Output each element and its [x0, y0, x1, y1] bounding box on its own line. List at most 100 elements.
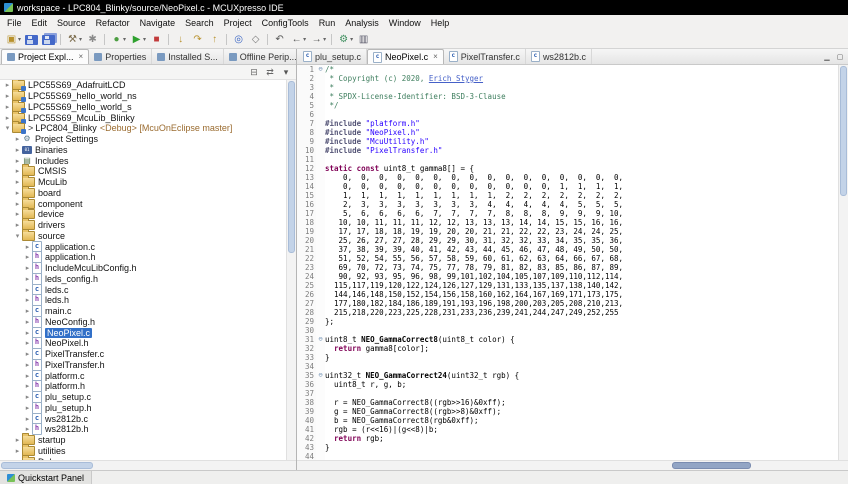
tree-vertical-scrollbar[interactable] [286, 80, 296, 460]
code-line[interactable]: 19 17, 17, 18, 18, 19, 19, 20, 20, 21, 2… [297, 227, 848, 236]
code-line[interactable]: 3 * [297, 83, 848, 92]
line-number[interactable]: 18 [297, 218, 316, 227]
tree-expand-icon[interactable]: ▸ [23, 350, 32, 358]
tree-expand-icon[interactable]: ▸ [23, 372, 32, 380]
menu-edit[interactable]: Edit [27, 17, 53, 29]
code-line[interactable]: 41 rgb = (r<<16)|(g<<8)|b; [297, 425, 848, 434]
code-line[interactable]: 38 r = NEO_GammaCorrect8((rgb>>16)&0xff)… [297, 398, 848, 407]
tree-item-application-h[interactable]: ▸happlication.h [0, 252, 296, 263]
tree-expand-icon[interactable]: ▸ [13, 167, 22, 175]
code-line[interactable]: 31⊖uint8_t NEO_GammaCorrect8(uint8_t col… [297, 335, 848, 344]
code-line[interactable]: 29}; [297, 317, 848, 326]
code-line[interactable]: 28 215,218,220,223,225,228,231,233,236,2… [297, 308, 848, 317]
menu-source[interactable]: Source [52, 17, 91, 29]
tree-expand-icon[interactable]: ▸ [3, 114, 12, 122]
code-line[interactable]: 26 144,146,148,150,152,154,156,158,160,1… [297, 290, 848, 299]
tree-expand-icon[interactable]: ▸ [23, 339, 32, 347]
tree-expand-icon[interactable]: ▸ [23, 393, 32, 401]
line-number[interactable]: 24 [297, 272, 316, 281]
tree-item-startup[interactable]: ▸startup [0, 435, 296, 446]
dropdown-arrow-icon[interactable]: ▾ [143, 36, 146, 43]
tree-collapse-icon[interactable]: ▾ [13, 232, 22, 240]
tree-item-mculib[interactable]: ▸McuLib [0, 177, 296, 188]
line-number[interactable]: 29 [297, 317, 316, 326]
menu-search[interactable]: Search [180, 17, 219, 29]
tree-expand-icon[interactable]: ▸ [23, 264, 32, 272]
code-line[interactable]: 44 [297, 452, 848, 460]
back-button[interactable]: ←▾ [289, 32, 307, 47]
line-number[interactable]: 41 [297, 425, 316, 434]
tree-expand-icon[interactable]: ▸ [3, 81, 12, 89]
code-line[interactable]: 43} [297, 443, 848, 452]
tree-horizontal-scrollbar-thumb[interactable] [1, 462, 93, 469]
tree-expand-icon[interactable]: ▸ [13, 189, 22, 197]
code-line[interactable]: 23 69, 70, 72, 73, 74, 75, 77, 78, 79, 8… [297, 263, 848, 272]
code-line[interactable]: 16 2, 3, 3, 3, 3, 3, 3, 3, 4, 4, 4, 4, 4… [297, 200, 848, 209]
line-number[interactable]: 37 [297, 389, 316, 398]
tree-expand-icon[interactable]: ▸ [23, 253, 32, 261]
clean-button[interactable]: ✱ [85, 32, 100, 47]
tree-item-utilities[interactable]: ▸utilities [0, 446, 296, 457]
run-button[interactable]: ▶▾ [129, 32, 147, 47]
code-line[interactable]: 24 90, 92, 93, 95, 96, 98, 99,101,102,10… [297, 272, 848, 281]
tree-item-neoconfig-h[interactable]: ▸hNeoConfig.h [0, 317, 296, 328]
line-number[interactable]: 9 [297, 137, 316, 146]
code-line[interactable]: 34 [297, 362, 848, 371]
line-number[interactable]: 16 [297, 200, 316, 209]
code-line[interactable]: 22 51, 52, 54, 55, 56, 57, 58, 59, 60, 6… [297, 254, 848, 263]
tree-expand-icon[interactable]: ▸ [13, 210, 22, 218]
line-number[interactable]: 26 [297, 290, 316, 299]
close-icon[interactable]: × [79, 53, 84, 61]
editor-horizontal-scrollbar[interactable] [297, 460, 848, 470]
editor-vertical-scrollbar[interactable] [838, 65, 848, 460]
line-number[interactable]: 39 [297, 407, 316, 416]
close-icon[interactable]: × [433, 53, 438, 61]
tree-item-platform-c[interactable]: ▸cplatform.c [0, 370, 296, 381]
menu-analysis[interactable]: Analysis [340, 17, 384, 29]
quickstart-panel-tab[interactable]: Quickstart Panel [0, 471, 92, 484]
terminate-button[interactable]: ■ [149, 32, 164, 47]
line-number[interactable]: 15 [297, 191, 316, 200]
code-line[interactable]: 21 37, 38, 39, 39, 40, 41, 42, 43, 44, 4… [297, 245, 848, 254]
tree-item-lpc804-blinky[interactable]: ▾> LPC804_Blinky<Debug> [McuOnEclipse ma… [0, 123, 296, 134]
tree-item-neopixel-c[interactable]: ▸cNeoPixel.c [0, 327, 296, 338]
line-number[interactable]: 31 [297, 335, 316, 344]
line-number[interactable]: 23 [297, 263, 316, 272]
code-line[interactable]: 10#include "PixelTransfer.h" [297, 146, 848, 155]
editor-tab-ws2812b-c[interactable]: cws2812b.c [526, 49, 592, 64]
open-type-button[interactable]: ◇ [248, 32, 263, 47]
tree-expand-icon[interactable]: ▸ [23, 382, 32, 390]
tree-item-lpc55s69-hello-world-s[interactable]: ▸LPC55S69_hello_world_s [0, 102, 296, 113]
code-line[interactable]: 1⊖/* [297, 65, 848, 74]
code-line[interactable]: 33} [297, 353, 848, 362]
dropdown-arrow-icon[interactable]: ▾ [18, 36, 21, 43]
line-number[interactable]: 38 [297, 398, 316, 407]
dropdown-arrow-icon[interactable]: ▾ [303, 36, 306, 43]
dropdown-arrow-icon[interactable]: ▾ [79, 36, 82, 43]
line-number[interactable]: 22 [297, 254, 316, 263]
line-number[interactable]: 1 [297, 65, 316, 74]
step-over-button[interactable]: ↷ [190, 32, 205, 47]
tree-expand-icon[interactable]: ▸ [23, 286, 32, 294]
tree-horizontal-scrollbar[interactable] [0, 460, 296, 470]
tree-expand-icon[interactable]: ▸ [23, 307, 32, 315]
code-line[interactable]: 17 5, 6, 6, 6, 6, 7, 7, 7, 7, 8, 8, 8, 9… [297, 209, 848, 218]
dropdown-arrow-icon[interactable]: ▾ [350, 36, 353, 43]
line-number[interactable]: 21 [297, 245, 316, 254]
tree-item-drivers[interactable]: ▸drivers [0, 220, 296, 231]
line-number[interactable]: 17 [297, 209, 316, 218]
editor-vertical-scrollbar-thumb[interactable] [840, 66, 847, 196]
tree-expand-icon[interactable]: ▸ [13, 146, 22, 154]
line-number[interactable]: 40 [297, 416, 316, 425]
line-number[interactable]: 3 [297, 83, 316, 92]
view-menu-button[interactable]: ▾ [280, 67, 292, 78]
tree-expand-icon[interactable]: ▸ [23, 296, 32, 304]
line-number[interactable]: 32 [297, 344, 316, 353]
view-tab-installed-s[interactable]: Installed S... [152, 49, 224, 64]
tree-vertical-scrollbar-thumb[interactable] [288, 81, 295, 253]
line-number[interactable]: 12 [297, 164, 316, 173]
tree-expand-icon[interactable]: ▸ [13, 157, 22, 165]
tree-item-leds-h[interactable]: ▸hleds.h [0, 295, 296, 306]
code-line[interactable]: 42 return rgb; [297, 434, 848, 443]
code-line[interactable]: 30 [297, 326, 848, 335]
